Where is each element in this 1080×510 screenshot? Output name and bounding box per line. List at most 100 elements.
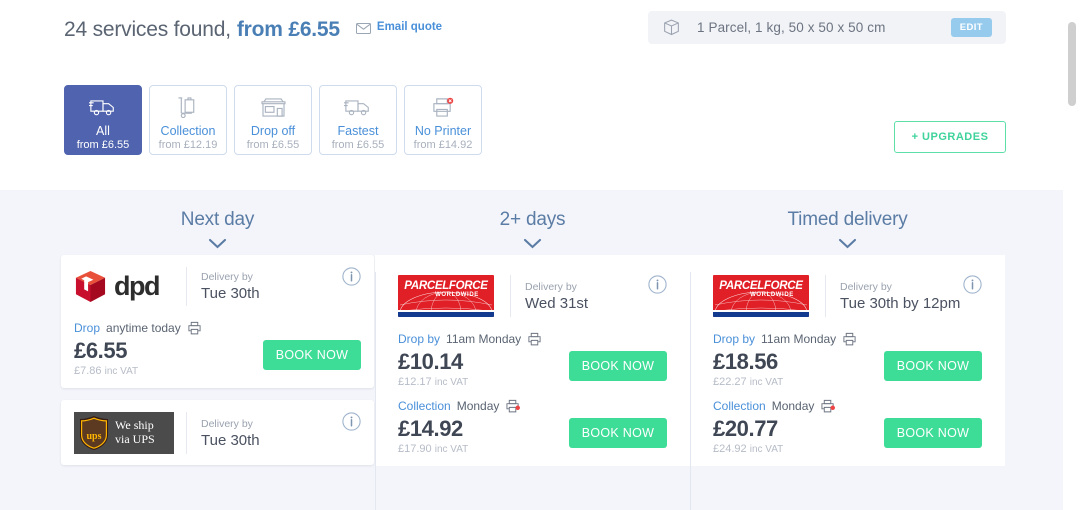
filter-tab-collection[interactable]: Collection from £12.19 bbox=[149, 85, 227, 155]
delivery-date: Tue 30th bbox=[201, 431, 260, 449]
results-area: Next day dpd Delivery by Tue 30th Drop a… bbox=[0, 190, 1063, 510]
option-when: 11am Monday bbox=[446, 332, 522, 346]
parcel-box-icon bbox=[662, 18, 681, 37]
delivery-label: Delivery by bbox=[201, 417, 253, 430]
column-title: 2+ days bbox=[499, 209, 566, 230]
delivery-label: Delivery by bbox=[840, 280, 892, 293]
svg-text:ups: ups bbox=[86, 431, 101, 442]
divider bbox=[186, 412, 187, 454]
parcelforce-wordmark: PARCELFORCE bbox=[404, 280, 488, 292]
column-2plus-days: 2+ days PARCELFORCE WORLDWIDE Delivery b… bbox=[375, 190, 690, 510]
card-header: ups We ship via UPS Delivery by Tue 30th bbox=[61, 400, 374, 465]
vat-amount: £17.90 bbox=[398, 443, 432, 455]
info-icon[interactable] bbox=[963, 275, 982, 299]
option-type: Drop by bbox=[713, 332, 756, 346]
column-header: Next day bbox=[60, 190, 375, 249]
envelope-icon bbox=[355, 21, 371, 34]
option-line: Collection Monday bbox=[713, 399, 982, 413]
vat-suffix: inc VAT bbox=[434, 444, 469, 455]
delivery-info: Delivery by Tue 30th by 12pm bbox=[840, 281, 960, 312]
delivery-info: Delivery by Wed 31st bbox=[525, 281, 588, 312]
option-type: Collection bbox=[713, 399, 766, 413]
filter-tab-sub: from £6.55 bbox=[76, 139, 130, 151]
delivery-date: Tue 30th bbox=[201, 285, 260, 302]
email-quote-label: Email quote bbox=[376, 20, 443, 33]
column-body: PARCELFORCE WORLDWIDE Delivery by Tue 30… bbox=[690, 255, 1005, 466]
vat-suffix: inc VAT bbox=[749, 377, 784, 388]
no-printer-icon bbox=[431, 94, 455, 120]
info-icon[interactable] bbox=[648, 275, 667, 299]
carrier-logo: PARCELFORCE WORLDWIDE bbox=[713, 275, 823, 317]
option-line: Drop by 11am Monday bbox=[713, 332, 982, 346]
book-now-button[interactable]: BOOK NOW bbox=[263, 340, 361, 370]
shop-icon bbox=[260, 94, 287, 120]
carrier-logo: dpd bbox=[74, 270, 184, 304]
service-card[interactable]: PARCELFORCE WORLDWIDE Delivery by Wed 31… bbox=[385, 263, 680, 466]
option-line: Drop anytime today bbox=[74, 321, 361, 335]
ups-tagline-line2: via UPS bbox=[115, 432, 155, 446]
ups-tagline-line1: We ship bbox=[115, 418, 154, 433]
vat-amount: £24.92 bbox=[713, 443, 747, 455]
info-icon[interactable] bbox=[342, 412, 361, 436]
ups-shield-icon: ups bbox=[80, 416, 108, 450]
column-timed-delivery: Timed delivery PARCELFORCE WORLDWIDE Del… bbox=[690, 190, 1005, 510]
divider bbox=[825, 275, 826, 317]
scrollbar-thumb[interactable] bbox=[1068, 22, 1076, 106]
logo-blue-bar bbox=[713, 312, 809, 317]
van-icon bbox=[344, 94, 372, 120]
upgrades-button[interactable]: + UPGRADES bbox=[894, 121, 1006, 153]
filter-tab-noprinter[interactable]: No Printer from £14.92 bbox=[404, 85, 482, 155]
edit-parcel-button[interactable]: EDIT bbox=[950, 18, 992, 37]
service-card[interactable]: dpd Delivery by Tue 30th Drop anytime to… bbox=[61, 255, 374, 388]
filter-tab-label: Drop off bbox=[250, 124, 296, 138]
page-scrollbar[interactable] bbox=[1063, 0, 1080, 510]
carrier-logo: ups We ship via UPS bbox=[74, 412, 184, 454]
chevron-down-icon[interactable] bbox=[690, 238, 1005, 249]
chevron-down-icon[interactable] bbox=[60, 238, 375, 249]
parcelforce-logo: PARCELFORCE WORLDWIDE bbox=[398, 275, 494, 317]
printer-icon bbox=[527, 332, 542, 346]
service-option: Drop anytime today £6.55 £7.86 inc VAT B… bbox=[61, 317, 374, 388]
filter-tab-all[interactable]: All from £6.55 bbox=[64, 85, 142, 155]
option-when: Monday bbox=[456, 399, 500, 413]
filter-tab-dropoff[interactable]: Drop off from £6.55 bbox=[234, 85, 312, 155]
vat-amount: £7.86 bbox=[74, 365, 102, 377]
info-icon[interactable] bbox=[342, 267, 361, 291]
delivery-info: Delivery by Tue 30th bbox=[201, 271, 260, 302]
no-printer-icon bbox=[820, 399, 836, 413]
column-next-day: Next day dpd Delivery by Tue 30th Drop a… bbox=[60, 190, 375, 510]
chevron-down-icon[interactable] bbox=[375, 238, 690, 249]
vat-amount: £12.17 bbox=[398, 376, 432, 388]
service-option: Drop by 11am Monday £18.56 £22.27 inc VA… bbox=[700, 328, 995, 399]
ups-tagline: We ship via UPS bbox=[115, 418, 155, 447]
parcelforce-wordmark: PARCELFORCE bbox=[719, 280, 803, 292]
column-body: PARCELFORCE WORLDWIDE Delivery by Wed 31… bbox=[375, 255, 690, 466]
dpd-logo: dpd bbox=[74, 270, 160, 304]
filter-tab-label: All bbox=[96, 124, 110, 138]
filter-tab-fastest[interactable]: Fastest from £6.55 bbox=[319, 85, 397, 155]
header-area: 24 services found, from £6.55 Email quot… bbox=[0, 0, 1063, 190]
column-header: 2+ days bbox=[375, 190, 690, 249]
vat-suffix: inc VAT bbox=[749, 444, 784, 455]
delivery-label: Delivery by bbox=[525, 280, 577, 293]
parcel-summary-bar: 1 Parcel, 1 kg, 50 x 50 x 50 cm EDIT bbox=[648, 11, 1006, 44]
service-option: Drop by 11am Monday £10.14 £12.17 inc VA… bbox=[385, 328, 680, 399]
trolley-icon bbox=[176, 94, 200, 120]
card-header: dpd Delivery by Tue 30th bbox=[61, 255, 374, 317]
email-quote-link[interactable]: Email quote bbox=[355, 20, 443, 34]
option-type: Drop by bbox=[398, 332, 441, 346]
column-title: Timed delivery bbox=[787, 209, 908, 230]
column-body: dpd Delivery by Tue 30th Drop anytime to… bbox=[60, 255, 375, 465]
filter-tab-sub: from £14.92 bbox=[413, 139, 473, 151]
delivery-date: Wed 31st bbox=[525, 294, 589, 312]
van-icon bbox=[89, 94, 117, 120]
book-now-button[interactable]: BOOK NOW bbox=[569, 418, 667, 448]
vat-suffix: inc VAT bbox=[434, 377, 469, 388]
book-now-button[interactable]: BOOK NOW bbox=[884, 418, 982, 448]
book-now-button[interactable]: BOOK NOW bbox=[569, 351, 667, 381]
option-type: Collection bbox=[398, 399, 451, 413]
service-card[interactable]: PARCELFORCE WORLDWIDE Delivery by Tue 30… bbox=[700, 263, 995, 466]
book-now-button[interactable]: BOOK NOW bbox=[884, 351, 982, 381]
service-card[interactable]: ups We ship via UPS Delivery by Tue 30th bbox=[61, 400, 374, 465]
parcelforce-logo: PARCELFORCE WORLDWIDE bbox=[713, 275, 809, 317]
